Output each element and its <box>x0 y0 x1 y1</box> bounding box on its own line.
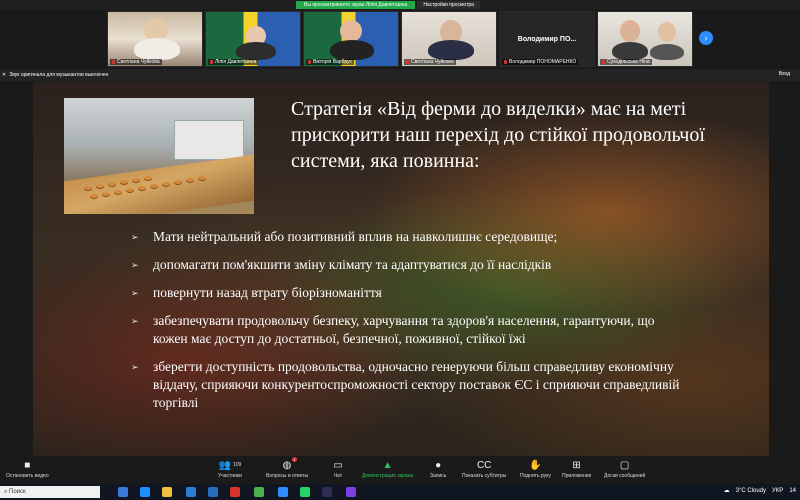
task-view-icon[interactable] <box>118 487 128 497</box>
list-item: ➢ повернути назад втрату біорізноманіття <box>131 285 382 300</box>
next-participants-button[interactable]: › <box>699 31 713 45</box>
weather-text: 3°C Cloudy <box>735 487 766 494</box>
audio-notice-text: Звук оригинала для музыкантов выключен <box>9 72 109 78</box>
list-item: ➢ допомагати пом'якшити зміну клімату та … <box>131 257 552 272</box>
clock[interactable]: 14 <box>789 488 796 494</box>
mic-muted-icon <box>602 59 605 64</box>
arrow-bullet-icon: ➢ <box>131 362 139 372</box>
meeting-toolbar: ■ Остановить видео 👥 109 Участники ◍ • Воп… <box>0 456 800 484</box>
weather-icon: ☁ <box>723 488 730 494</box>
participant-body <box>650 44 684 60</box>
share-screen-button[interactable]: ▲ Демонстрация экрана <box>362 459 413 480</box>
bakery-conveyor-photo <box>64 98 254 214</box>
participant-body <box>236 42 276 60</box>
mic-muted-icon <box>308 59 311 64</box>
store-icon[interactable] <box>186 487 196 497</box>
participant-name: Лілія Давлетшина <box>215 59 257 65</box>
participant-face <box>658 22 676 42</box>
participant-body <box>612 42 648 60</box>
slide-title: Стратегія «Від ферми до виделки» має на … <box>291 98 705 172</box>
notification-badge: • <box>291 457 298 462</box>
top-notice-bar: Вы просматриваете экран Лілія Давлетшина… <box>0 0 800 10</box>
mic-muted-icon <box>406 59 409 64</box>
participant-name: Вікторія Варбрус <box>313 59 353 65</box>
audio-notice: ✕ Звук оригинала для музыкантов выключен <box>0 70 108 80</box>
shared-slide: Стратегія «Від ферми до виделки» має на … <box>33 82 769 456</box>
opera-icon[interactable] <box>230 487 240 497</box>
bullet-list: ➢ Мати нейтральний або позитивний вплив н… <box>129 228 689 422</box>
hand-icon: ✋ <box>529 459 542 471</box>
arrow-bullet-icon: ➢ <box>131 232 139 242</box>
participant-body <box>134 38 180 60</box>
participant-name: Суходільська Ніна <box>607 59 650 65</box>
apps-icon: ⊞ <box>572 459 581 471</box>
participant-name: Светлана Чуйкова <box>117 59 160 65</box>
oven-machine <box>174 120 244 160</box>
app-icon[interactable] <box>322 487 332 497</box>
participant-display-name: Володимир ПО... <box>517 35 577 43</box>
chat-button[interactable]: ▭ Чат <box>332 459 344 480</box>
list-item: ➢ Мати нейтральний або позитивний вплив н… <box>131 229 558 244</box>
qa-icon: ◍ • <box>282 457 298 471</box>
arrow-bullet-icon: ➢ <box>131 288 139 298</box>
close-icon[interactable]: ✕ <box>2 72 6 78</box>
share-banner: Вы просматриваете экран Лілія Давлетшина… <box>296 1 480 9</box>
participant-face <box>340 20 362 42</box>
qa-button[interactable]: ◍ • Вопросы и ответы <box>266 457 308 479</box>
mic-muted-icon <box>210 59 213 64</box>
mic-muted-icon <box>112 59 115 64</box>
arrow-bullet-icon: ➢ <box>131 316 139 326</box>
share-screen-icon: ▲ <box>382 459 393 471</box>
record-icon: ● <box>435 459 442 471</box>
mic-muted-icon <box>504 59 507 64</box>
participant-name: Светлана Чуйкова <box>411 59 454 65</box>
viewing-screen-label: Вы просматриваете экран Лілія Давлетшина <box>296 1 416 9</box>
participant-tile[interactable]: Суходільська Ніна <box>597 11 693 67</box>
participant-body <box>428 40 474 60</box>
participants-button[interactable]: 👥 109 Участники <box>218 459 242 480</box>
list-item: ➢ забезпечувати продовольчу безпеку, харч… <box>131 313 655 346</box>
chrome-icon[interactable] <box>254 487 264 497</box>
participant-name: Володимир ПОНОМАРЕНКО <box>509 59 577 65</box>
stop-video-button[interactable]: ■ Остановить видео <box>6 459 49 480</box>
participant-strip: Светлана Чуйкова Лілія Давлетшина Віктор… <box>107 11 693 67</box>
participant-tile[interactable]: Володимир ПО... Володимир ПОНОМАРЕНКО <box>499 11 595 67</box>
edge-icon[interactable] <box>140 487 150 497</box>
participant-body <box>330 40 374 60</box>
mail-icon[interactable] <box>208 487 218 497</box>
conveyor-belt <box>64 154 254 214</box>
zoom-icon[interactable] <box>278 487 288 497</box>
participants-icon: 👥 109 <box>218 459 242 471</box>
system-tray: ☁ 3°C Cloudy УКР 14 <box>723 487 796 495</box>
language-indicator[interactable]: УКР <box>772 488 783 494</box>
view-options-button[interactable]: Настройки просмотра <box>417 1 480 9</box>
video-camera-icon: ■ <box>24 459 31 471</box>
participant-tile[interactable]: Светлана Чуйкова <box>401 11 497 67</box>
record-button[interactable]: ● Запись <box>430 459 446 480</box>
list-item: ➢ зберегти доступність продовольства, одн… <box>131 359 680 410</box>
taskbar-search-input[interactable]: ⌕ Поиск <box>0 486 100 498</box>
whiteboard-icon: ▢ <box>619 459 630 471</box>
arrow-bullet-icon: ➢ <box>131 260 139 270</box>
zoom-window: Вы просматриваете экран Лілія Давлетшина… <box>0 0 800 500</box>
participant-face <box>620 20 640 42</box>
chevron-right-icon: › <box>704 33 708 43</box>
participant-tile[interactable]: Вікторія Варбрус <box>303 11 399 67</box>
participant-tile[interactable]: Светлана Чуйкова <box>107 11 203 67</box>
captions-button[interactable]: CC Показать субтитры <box>462 459 506 480</box>
whatsapp-icon[interactable] <box>300 487 310 497</box>
chat-icon: ▭ <box>333 459 343 471</box>
viber-icon[interactable] <box>346 487 356 497</box>
file-explorer-icon[interactable] <box>162 487 172 497</box>
whiteboards-button[interactable]: ▢ Доски сообщений <box>604 459 645 480</box>
audio-notice-bar: ✕ Звук оригинала для музыкантов выключен… <box>0 69 800 81</box>
apps-button[interactable]: ⊞ Приложения <box>562 459 591 480</box>
captions-icon: CC <box>476 459 492 471</box>
participant-tile[interactable]: Лілія Давлетшина <box>205 11 301 67</box>
windows-taskbar: ⌕ Поиск ☁ 3°C Cloudy УКР 14 <box>0 484 800 500</box>
raise-hand-button[interactable]: ✋ Поднять руку <box>520 459 551 480</box>
exit-label[interactable]: Вход <box>779 71 790 77</box>
